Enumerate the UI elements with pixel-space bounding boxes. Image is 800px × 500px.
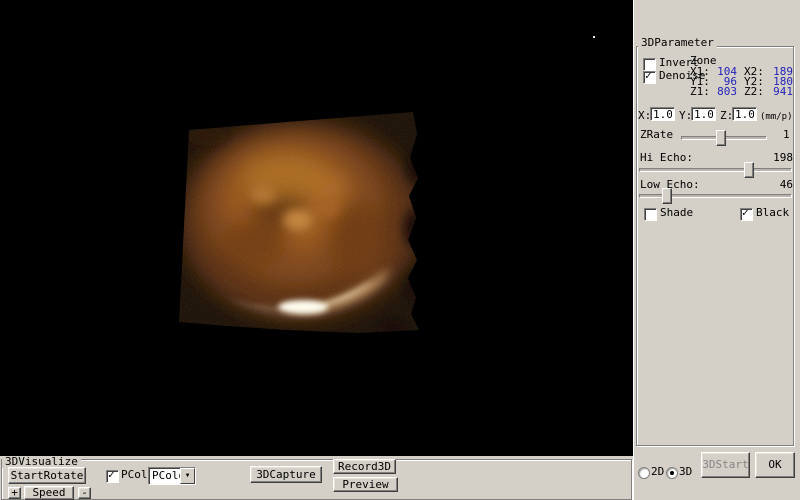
start-rotate-button[interactable]: StartRotate bbox=[8, 467, 86, 484]
zrate-value: 1 bbox=[783, 129, 790, 141]
low-echo-value: 46 bbox=[763, 179, 793, 191]
scale-z-input[interactable] bbox=[732, 107, 757, 121]
zrate-slider[interactable] bbox=[681, 136, 767, 140]
mode-2d-radio[interactable] bbox=[638, 467, 650, 479]
mode-2d-label: 2D bbox=[651, 466, 664, 478]
hi-echo-label: Hi Echo: bbox=[640, 152, 693, 164]
preview-button[interactable]: Preview bbox=[333, 477, 398, 492]
zone-z2-value: 941 bbox=[761, 86, 793, 98]
capture-3d-button[interactable]: 3DCapture bbox=[250, 466, 322, 483]
zrate-label: ZRate bbox=[640, 129, 673, 141]
zrate-slider-thumb[interactable] bbox=[716, 130, 726, 146]
hi-echo-slider[interactable] bbox=[639, 168, 792, 172]
scale-unit-label: (mm/p) bbox=[760, 111, 793, 123]
shade-label: Shade bbox=[660, 207, 693, 219]
visualize-panel: 3DVisualize StartRotate PColor PColor ▼ … bbox=[0, 456, 633, 500]
low-echo-slider[interactable] bbox=[639, 194, 792, 198]
hi-echo-slider-thumb[interactable] bbox=[744, 162, 754, 178]
parameter-group-title: 3DParameter bbox=[638, 37, 717, 49]
render-viewport[interactable] bbox=[0, 0, 633, 456]
scale-x-input[interactable] bbox=[650, 107, 675, 121]
dropdown-arrow-icon[interactable]: ▼ bbox=[180, 468, 195, 484]
low-echo-slider-thumb[interactable] bbox=[662, 188, 672, 204]
mode-3d-radio[interactable] bbox=[666, 467, 678, 479]
ok-button[interactable]: OK bbox=[755, 452, 795, 478]
zone-z1-value: 803 bbox=[707, 86, 737, 98]
pcolor-dropdown[interactable]: PColor ▼ bbox=[148, 467, 196, 485]
black-label: Black bbox=[756, 207, 789, 219]
speed-button[interactable]: Speed bbox=[24, 486, 74, 500]
scale-y-input[interactable] bbox=[691, 107, 716, 121]
speed-minus-button[interactable]: - bbox=[78, 487, 91, 499]
shade-checkbox[interactable] bbox=[644, 208, 657, 221]
parameter-panel: 3DParameter Invert Denoise Zone X1: 104 … bbox=[633, 0, 800, 500]
mode-3d-label: 3D bbox=[679, 466, 692, 478]
pcolor-checkbox[interactable] bbox=[106, 470, 119, 483]
black-checkbox[interactable] bbox=[740, 208, 753, 221]
ultrasound-render bbox=[167, 100, 433, 350]
record-3d-button[interactable]: Record3D bbox=[333, 459, 396, 474]
parameter-groupbox bbox=[636, 46, 794, 446]
start-3d-button[interactable]: 3DStart bbox=[701, 452, 750, 478]
denoise-checkbox[interactable] bbox=[643, 71, 656, 84]
hi-echo-value: 198 bbox=[763, 152, 793, 164]
speed-plus-button[interactable]: + bbox=[8, 487, 21, 499]
stray-voxel-speck bbox=[593, 36, 595, 38]
